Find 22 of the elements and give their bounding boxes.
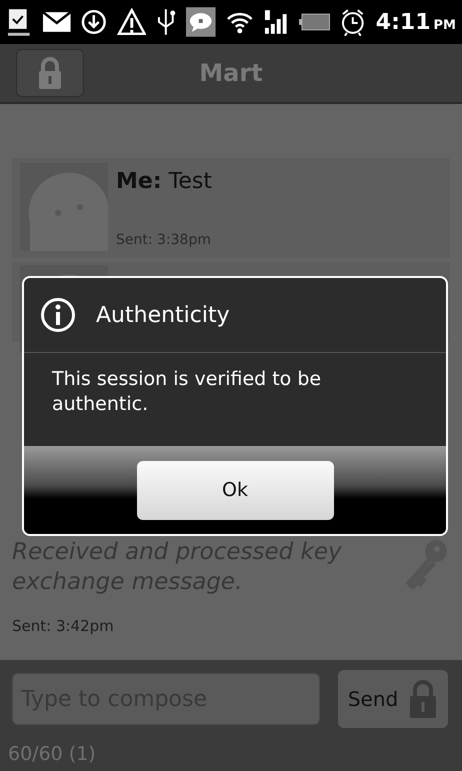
lock-icon	[408, 680, 438, 718]
mail-icon	[42, 11, 72, 33]
battery-icon	[298, 13, 330, 31]
sent-time: Sent: 3:42pm	[12, 616, 115, 637]
window-title: Mart	[198, 58, 264, 89]
lock-button[interactable]	[16, 49, 84, 97]
ok-button[interactable]: Ok	[136, 460, 334, 520]
usb-icon	[156, 7, 176, 37]
status-ampm: PM	[434, 16, 456, 34]
warning-icon	[116, 8, 146, 36]
lock-icon	[37, 57, 63, 89]
signal-icon	[263, 8, 289, 36]
status-time: 4:11	[376, 8, 431, 36]
dialog-title: Authenticity	[96, 302, 230, 330]
dialog-message: This session is verified to be authentic.	[52, 367, 322, 417]
wifi-icon	[226, 10, 254, 34]
key-icon	[404, 537, 450, 589]
alarm-icon	[340, 8, 366, 36]
message-text: Me: Test	[116, 168, 212, 196]
chat-icon	[186, 7, 216, 37]
info-icon	[40, 297, 76, 333]
download-icon	[81, 9, 107, 35]
